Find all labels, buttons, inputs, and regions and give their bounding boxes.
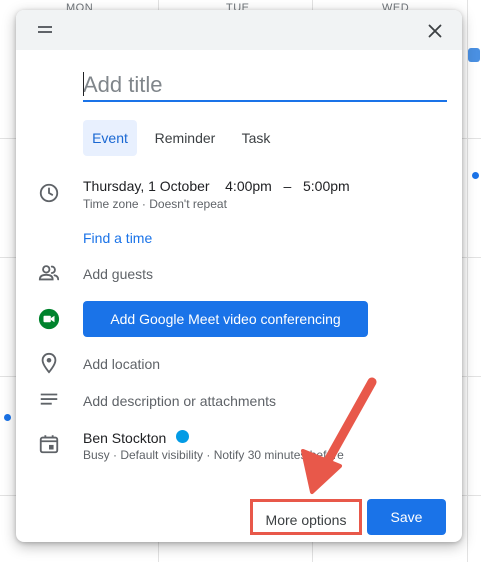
clock-icon — [39, 183, 59, 203]
tab-reminder[interactable]: Reminder — [143, 120, 227, 156]
timezone-repeat-details[interactable]: Time zone · Doesn't repeat — [83, 197, 227, 211]
event-dot — [472, 172, 479, 179]
event-end-time[interactable]: 5:00pm — [303, 178, 350, 194]
add-description-field[interactable]: Add description or attachments — [83, 393, 276, 409]
location-pin-icon — [41, 352, 57, 374]
tab-event[interactable]: Event — [83, 120, 137, 156]
title-input[interactable] — [83, 70, 447, 102]
tab-task[interactable]: Task — [232, 120, 280, 156]
event-datetime[interactable]: Thursday, 1 October 4:00pm – 5:00pm — [83, 178, 350, 194]
event-date[interactable]: Thursday, 1 October — [83, 178, 210, 194]
current-time-dot — [4, 414, 11, 421]
calendar-visibility-details[interactable]: Busy · Default visibility · Notify 30 mi… — [83, 448, 344, 462]
add-google-meet-button[interactable]: Add Google Meet video conferencing — [83, 301, 368, 337]
calendar-owner-name[interactable]: Ben Stockton — [83, 430, 166, 446]
calendar-icon — [39, 435, 59, 454]
more-options-button[interactable]: More options — [250, 499, 362, 535]
google-meet-icon — [38, 308, 60, 330]
time-separator: – — [283, 178, 292, 194]
add-guests-field[interactable]: Add guests — [83, 266, 153, 282]
calendar-column-divider — [467, 0, 468, 562]
dialog-header-bar[interactable] — [16, 10, 462, 50]
close-icon[interactable] — [424, 20, 446, 42]
add-location-field[interactable]: Add location — [83, 356, 160, 372]
save-button[interactable]: Save — [367, 499, 446, 535]
calendar-color-dot — [176, 430, 189, 443]
calendar-event-chip[interactable] — [468, 48, 480, 62]
event-start-time[interactable]: 4:00pm — [225, 178, 272, 194]
quick-event-dialog: Event Reminder Task Thursday, 1 October … — [16, 10, 462, 542]
text-cursor — [83, 72, 84, 96]
description-icon — [40, 393, 58, 405]
drag-handle-icon[interactable] — [38, 26, 52, 36]
people-icon — [38, 265, 60, 281]
find-a-time-link[interactable]: Find a time — [83, 230, 152, 246]
